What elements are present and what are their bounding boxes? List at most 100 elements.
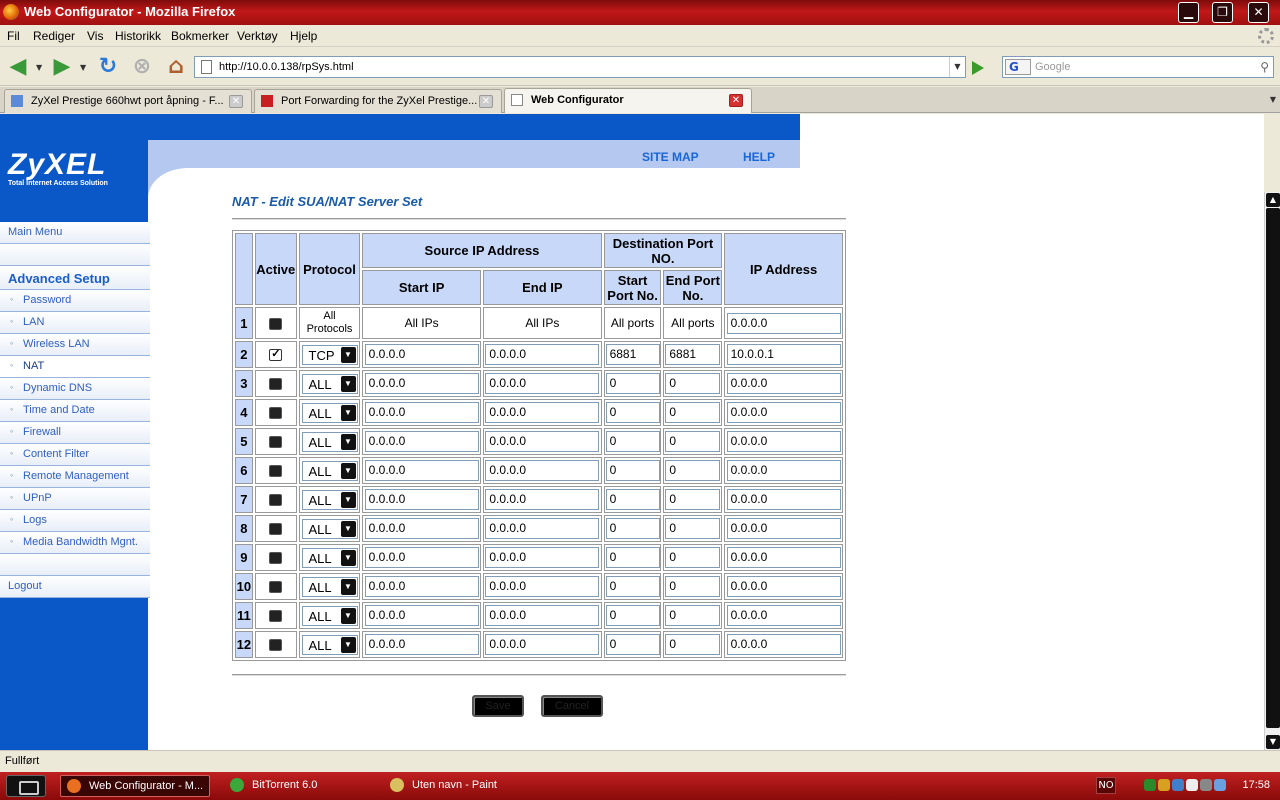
sidebar-item-upnp[interactable]: UPnP xyxy=(0,488,150,510)
active-checkbox[interactable] xyxy=(269,610,283,623)
end-port-input[interactable]: 6881 xyxy=(665,344,721,365)
chevron-down-icon[interactable]: ▼ xyxy=(340,346,356,363)
site-map-link[interactable]: SITE MAP xyxy=(642,150,699,164)
ip-address-input[interactable]: 0.0.0.0 xyxy=(726,312,841,334)
active-checkbox[interactable] xyxy=(269,639,283,652)
sidebar-item-wireless-lan[interactable]: Wireless LAN xyxy=(0,334,150,356)
protocol-select[interactable]: ALL ▼ xyxy=(301,460,358,481)
start-port-input[interactable]: 0 xyxy=(605,576,660,597)
menu-view[interactable]: Vis xyxy=(87,29,103,43)
end-ip-input[interactable]: 0.0.0.0 xyxy=(485,547,600,568)
start-port-input[interactable]: 0 xyxy=(605,373,660,394)
protocol-select[interactable]: ALL ▼ xyxy=(301,605,358,626)
restore-button[interactable]: ❐ xyxy=(1212,2,1233,23)
sidebar-item-remote-management[interactable]: Remote Management xyxy=(0,466,150,488)
start-ip-input[interactable]: 0.0.0.0 xyxy=(364,431,479,452)
search-input[interactable]: Google xyxy=(1035,61,1070,73)
tab-web-configurator[interactable]: Web Configurator ✕ xyxy=(504,88,752,113)
start-ip-input[interactable]: 0.0.0.0 xyxy=(364,634,479,655)
ip-address-input[interactable]: 10.0.0.1 xyxy=(726,344,841,365)
protocol-select[interactable]: ALL ▼ xyxy=(301,489,358,510)
start-port-input[interactable]: 0 xyxy=(605,518,660,539)
end-port-input[interactable]: 0 xyxy=(665,576,721,597)
active-checkbox[interactable] xyxy=(269,552,283,565)
end-ip-input[interactable]: 0.0.0.0 xyxy=(485,634,600,655)
ip-address-input[interactable]: 0.0.0.0 xyxy=(726,373,841,394)
chevron-down-icon[interactable]: ▼ xyxy=(340,636,356,653)
protocol-select[interactable]: ALL ▼ xyxy=(301,634,358,655)
active-checkbox[interactable] xyxy=(269,494,283,507)
protocol-select[interactable]: ALL ▼ xyxy=(301,547,358,568)
ip-address-input[interactable]: 0.0.0.0 xyxy=(726,605,841,626)
end-ip-input[interactable]: 0.0.0.0 xyxy=(485,489,600,510)
vertical-scrollbar[interactable]: ▲ ▼ xyxy=(1264,192,1280,750)
protocol-select[interactable]: ALL ▼ xyxy=(301,373,358,394)
reload-icon[interactable]: ↻ xyxy=(94,53,122,81)
sidebar-item-time-and-date[interactable]: Time and Date xyxy=(0,400,150,422)
menu-history[interactable]: Historikk xyxy=(115,29,161,43)
end-port-input[interactable]: 0 xyxy=(665,402,721,423)
start-ip-input[interactable]: 0.0.0.0 xyxy=(364,460,479,481)
language-indicator[interactable]: NO xyxy=(1096,777,1116,794)
menu-tools[interactable]: Verktøy xyxy=(237,29,278,43)
go-icon[interactable] xyxy=(972,61,984,75)
forward-history-dropdown-icon[interactable]: ▼ xyxy=(80,63,86,72)
active-checkbox[interactable] xyxy=(269,378,283,391)
ip-address-input[interactable]: 0.0.0.0 xyxy=(726,576,841,597)
sidebar-item-content-filter[interactable]: Content Filter xyxy=(0,444,150,466)
tray-app-icon[interactable] xyxy=(1158,779,1170,791)
taskbar-item-bittorrent[interactable]: BitTorrent 6.0 xyxy=(224,775,374,797)
search-icon[interactable]: ⚲ xyxy=(1260,60,1269,74)
tab-port-forwarding[interactable]: Port Forwarding for the ZyXel Prestige..… xyxy=(254,89,502,113)
scrollbar-thumb[interactable] xyxy=(1266,208,1280,728)
chevron-down-icon[interactable]: ▼ xyxy=(340,607,356,624)
menu-file[interactable]: Fil xyxy=(7,29,20,43)
start-port-input[interactable]: 0 xyxy=(605,605,660,626)
end-port-input[interactable]: 0 xyxy=(665,460,721,481)
tab-close-icon[interactable]: ✕ xyxy=(479,95,493,108)
ip-address-input[interactable]: 0.0.0.0 xyxy=(726,518,841,539)
end-ip-input[interactable]: 0.0.0.0 xyxy=(485,431,600,452)
start-ip-input[interactable]: 0.0.0.0 xyxy=(364,344,479,365)
start-port-input[interactable]: 6881 xyxy=(605,344,660,365)
ip-address-input[interactable]: 0.0.0.0 xyxy=(726,547,841,568)
start-ip-input[interactable]: 0.0.0.0 xyxy=(364,402,479,423)
end-ip-input[interactable]: 0.0.0.0 xyxy=(485,344,600,365)
menu-help[interactable]: Hjelp xyxy=(290,29,317,43)
home-icon[interactable]: ⌂ xyxy=(162,53,190,81)
sidebar-item-firewall[interactable]: Firewall xyxy=(0,422,150,444)
start-port-input[interactable]: 0 xyxy=(605,460,660,481)
scroll-up-icon[interactable]: ▲ xyxy=(1266,193,1280,207)
start-ip-input[interactable]: 0.0.0.0 xyxy=(364,605,479,626)
tab-list-dropdown-icon[interactable]: ▼ xyxy=(1270,95,1276,104)
active-checkbox[interactable] xyxy=(269,347,283,362)
sidebar-item-logout[interactable]: Logout xyxy=(0,576,150,598)
tray-bittorrent-icon[interactable] xyxy=(1144,779,1156,791)
active-checkbox[interactable] xyxy=(269,436,283,449)
end-port-input[interactable]: 0 xyxy=(665,518,721,539)
sidebar-item-media-bandwidth[interactable]: Media Bandwidth Mgnt. xyxy=(0,532,150,554)
protocol-select[interactable]: ALL ▼ xyxy=(301,431,358,452)
end-port-input[interactable]: 0 xyxy=(665,605,721,626)
protocol-select[interactable]: ALL ▼ xyxy=(301,576,358,597)
close-window-button[interactable]: ✕ xyxy=(1248,2,1269,23)
taskbar-item-firefox[interactable]: Web Configurator - M... xyxy=(60,775,210,797)
minimize-button[interactable]: ▁ xyxy=(1178,2,1199,23)
ip-address-input[interactable]: 0.0.0.0 xyxy=(726,460,841,481)
start-button[interactable] xyxy=(6,775,46,797)
sidebar-heading-advanced-setup[interactable]: Advanced Setup xyxy=(0,266,150,290)
ip-address-input[interactable]: 0.0.0.0 xyxy=(726,634,841,655)
start-port-input[interactable]: 0 xyxy=(605,634,660,655)
back-icon[interactable]: ◀ xyxy=(4,53,32,81)
menu-bookmarks[interactable]: Bokmerker xyxy=(171,29,229,43)
protocol-select[interactable]: ALL ▼ xyxy=(301,518,358,539)
end-port-input[interactable]: 0 xyxy=(665,489,721,510)
back-history-dropdown-icon[interactable]: ▼ xyxy=(36,63,42,72)
end-ip-input[interactable]: 0.0.0.0 xyxy=(485,576,600,597)
start-ip-input[interactable]: 0.0.0.0 xyxy=(364,576,479,597)
protocol-select[interactable]: TCP ▼ xyxy=(301,344,358,365)
sidebar-item-nat[interactable]: NAT xyxy=(0,356,150,378)
end-ip-input[interactable]: 0.0.0.0 xyxy=(485,373,600,394)
end-port-input[interactable]: 0 xyxy=(665,431,721,452)
start-ip-input[interactable]: 0.0.0.0 xyxy=(364,489,479,510)
